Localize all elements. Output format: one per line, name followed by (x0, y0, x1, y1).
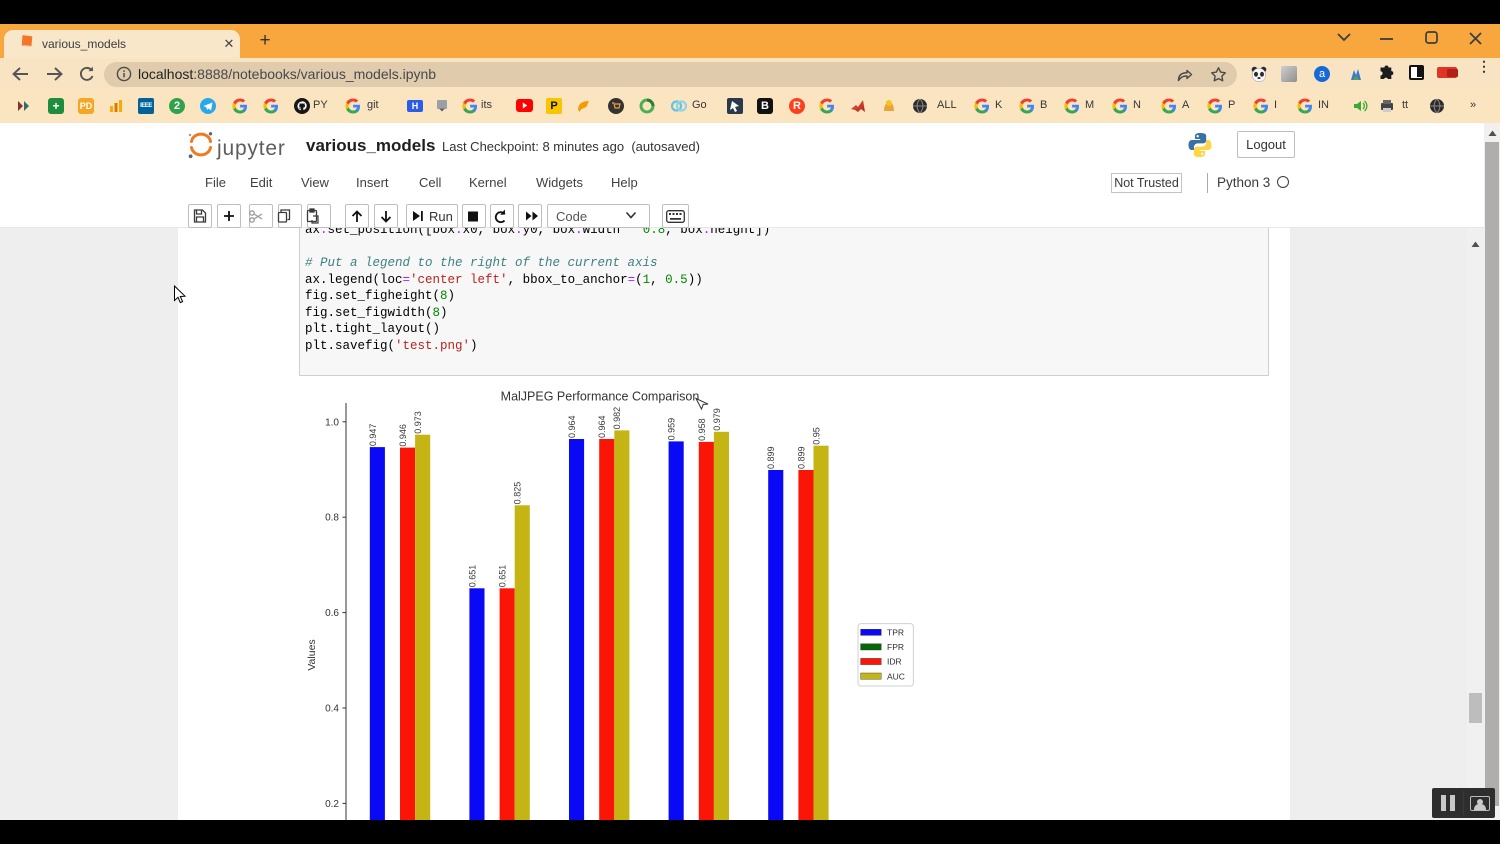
svg-text:AUC: AUC (887, 671, 905, 681)
svg-text:FPR: FPR (887, 642, 904, 652)
svg-text:0.95: 0.95 (811, 427, 821, 445)
svg-text:0.2: 0.2 (325, 799, 339, 810)
svg-text:0.979: 0.979 (712, 408, 722, 431)
svg-text:0.899: 0.899 (766, 446, 776, 469)
svg-text:0.8: 0.8 (325, 513, 339, 524)
svg-text:0.4: 0.4 (325, 704, 339, 715)
svg-text:0.6: 0.6 (325, 608, 339, 619)
svg-text:0.899: 0.899 (796, 446, 806, 469)
svg-text:0.651: 0.651 (467, 565, 477, 588)
svg-text:0.964: 0.964 (597, 415, 607, 438)
svg-text:TPR: TPR (887, 628, 904, 638)
svg-text:0.825: 0.825 (513, 482, 523, 505)
svg-text:0.958: 0.958 (697, 418, 707, 441)
svg-text:Values: Values (306, 639, 318, 670)
svg-text:0.947: 0.947 (368, 424, 378, 447)
svg-text:0.651: 0.651 (498, 565, 508, 588)
svg-text:0.982: 0.982 (612, 407, 622, 430)
svg-text:0.946: 0.946 (398, 424, 408, 447)
svg-text:0.959: 0.959 (667, 418, 677, 441)
svg-text:0.973: 0.973 (413, 411, 423, 434)
svg-text:0.964: 0.964 (567, 415, 577, 438)
svg-text:1.0: 1.0 (325, 417, 339, 428)
svg-text:IDR: IDR (887, 657, 902, 667)
svg-text:MalJPEG Performance Comparison: MalJPEG Performance Comparison (501, 390, 700, 404)
